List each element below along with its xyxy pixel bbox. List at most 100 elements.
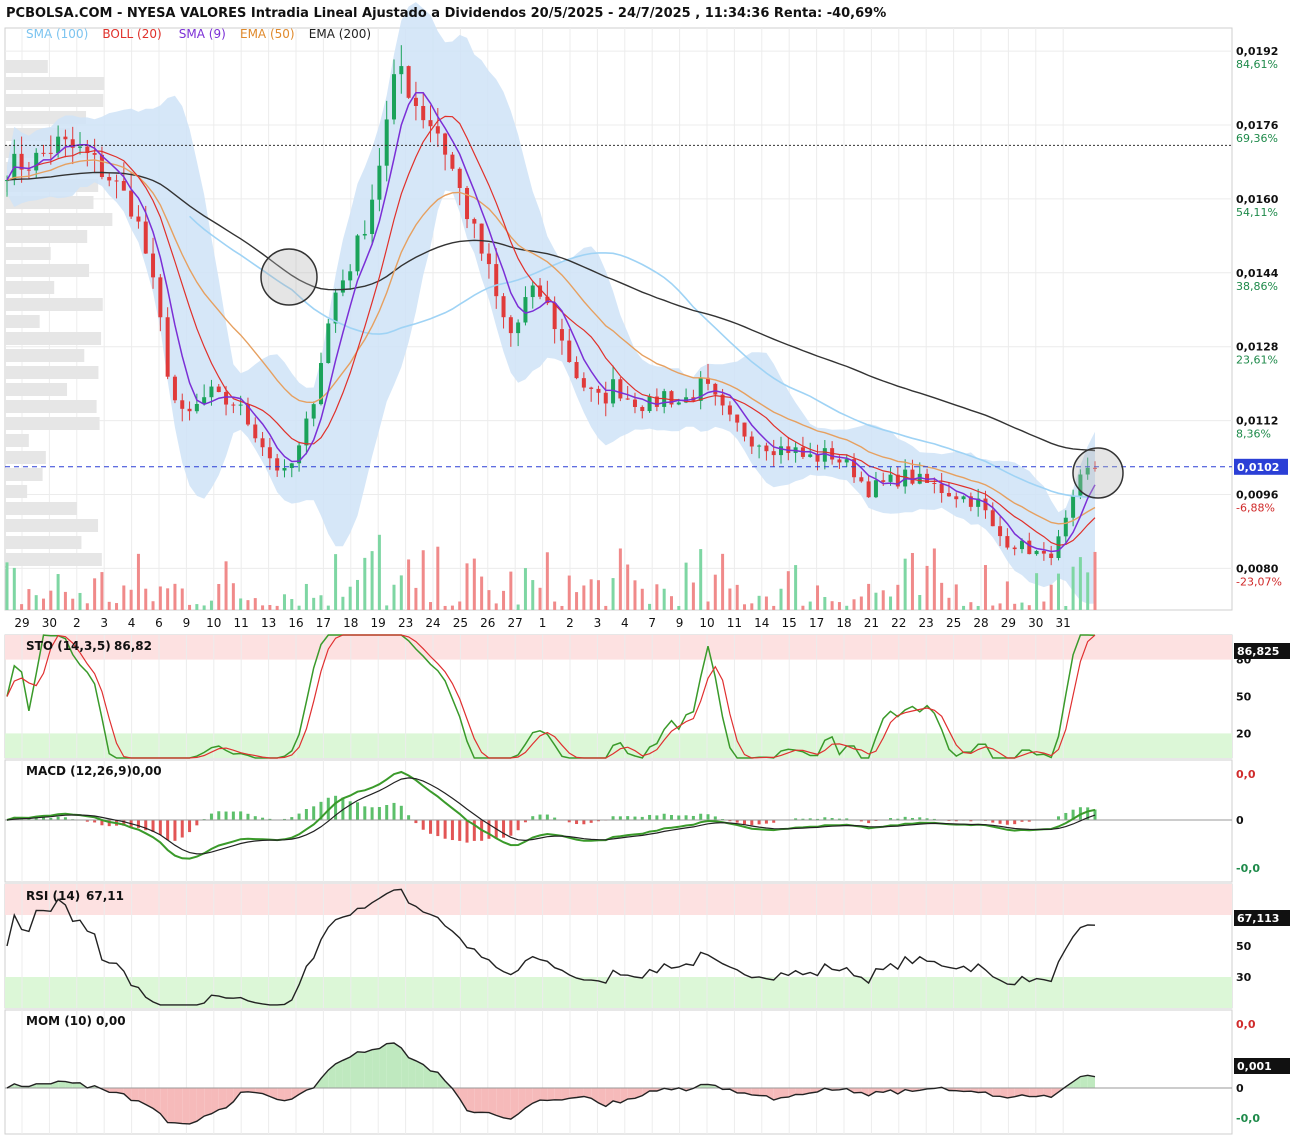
- volume-profile-bar: [5, 230, 88, 243]
- rsi-value: 67,11: [86, 889, 124, 903]
- volume-bar: [480, 576, 484, 610]
- volume-bar: [42, 598, 46, 610]
- volume-bar: [604, 605, 608, 610]
- volume-bar: [575, 592, 579, 610]
- candle-body: [370, 199, 375, 234]
- macd-histogram-bar: [713, 816, 717, 820]
- candle-body: [377, 165, 382, 200]
- candle-body: [304, 418, 309, 446]
- macd-histogram-bar: [392, 802, 396, 820]
- candle-body: [1071, 495, 1076, 518]
- volume-bar: [640, 588, 644, 610]
- y-tick-label: 0,0176: [1236, 119, 1279, 132]
- mom-fill: [379, 1043, 387, 1088]
- x-tick-label: 7: [648, 616, 656, 630]
- candle-body: [428, 120, 433, 127]
- macd-histogram-bar: [684, 815, 688, 820]
- volume-bar: [209, 600, 213, 610]
- mom-fill: [474, 1088, 482, 1113]
- volume-bar: [764, 596, 768, 610]
- volume-bar: [750, 603, 754, 610]
- volume-bar: [487, 590, 491, 610]
- volume-bar: [173, 583, 177, 610]
- x-tick-label: 31: [1056, 616, 1071, 630]
- volume-bar: [677, 605, 681, 610]
- volume-profile-bar: [5, 519, 99, 532]
- candle-body: [282, 468, 287, 471]
- candle-body: [384, 119, 389, 166]
- volume-bar: [261, 605, 265, 610]
- mom-fill: [1080, 1075, 1088, 1088]
- volume-bar: [896, 584, 900, 610]
- x-tick-label: 25: [453, 616, 468, 630]
- candle-body: [530, 285, 535, 298]
- x-tick-label: 28: [973, 616, 988, 630]
- volume-profile-bar: [5, 213, 113, 226]
- mom-fill: [554, 1088, 562, 1100]
- volume-bar: [107, 601, 111, 610]
- volume-bar: [166, 588, 170, 610]
- volume-bar: [560, 605, 564, 610]
- macd-histogram-bar: [166, 820, 170, 841]
- candle-body: [224, 392, 229, 405]
- macd-histogram-bar: [531, 816, 535, 820]
- candle-body: [48, 152, 53, 154]
- volume-bar: [947, 597, 951, 610]
- macd-histogram-bar: [764, 820, 768, 824]
- cross-circle-marker: [260, 248, 318, 306]
- macd-histogram-bar: [750, 820, 754, 826]
- x-tick-label: 2: [566, 616, 574, 630]
- candle-body: [333, 292, 338, 324]
- rsi-tick: 50: [1236, 940, 1252, 953]
- candle-body: [998, 526, 1003, 537]
- volume-bar: [443, 605, 447, 610]
- macd-histogram-bar: [224, 811, 228, 820]
- x-tick-label: 29: [14, 616, 29, 630]
- volume-bar: [1027, 605, 1031, 610]
- volume-bar: [421, 550, 425, 610]
- candle-body: [581, 378, 586, 388]
- x-tick-label: 9: [676, 616, 684, 630]
- y-tick-label: 0,0160: [1236, 193, 1279, 206]
- candle-body: [881, 480, 886, 482]
- mom-tick: 0,0: [1236, 1018, 1256, 1031]
- volume-bar: [918, 595, 922, 610]
- y-tick-label: 0,0096: [1236, 489, 1279, 502]
- volume-bar: [648, 603, 652, 610]
- mom-fill: [372, 1048, 380, 1088]
- volume-bar: [969, 602, 973, 610]
- mom-fill: [1029, 1088, 1037, 1097]
- macd-histogram-bar: [180, 820, 184, 838]
- candle-body: [180, 400, 185, 409]
- macd-tick: 0: [1236, 814, 1244, 827]
- stock-chart: 0,019284,61%0,017669,36%0,016054,11%0,01…: [4, 2, 1290, 1135]
- volume-bar: [93, 578, 97, 610]
- mom-fill: [364, 1049, 373, 1088]
- mom-fill: [1087, 1075, 1095, 1088]
- candle-body: [808, 454, 813, 457]
- volume-bar: [78, 592, 82, 610]
- macd-value: 0,00: [132, 764, 162, 778]
- volume-profile-bar: [5, 417, 100, 430]
- mom-fill: [350, 1051, 358, 1088]
- candle-body: [757, 445, 762, 447]
- volume-bar: [158, 586, 162, 610]
- volume-profile-bar: [5, 502, 77, 515]
- volume-bar: [334, 554, 338, 610]
- volume-profile-bar: [5, 247, 51, 260]
- mom-fill: [58, 1081, 66, 1088]
- volume-bar: [837, 602, 841, 610]
- candle-body: [574, 362, 579, 379]
- candle-body: [1034, 550, 1039, 555]
- mom-fill: [408, 1057, 416, 1088]
- macd-histogram-bar: [195, 820, 199, 826]
- y-tick-pct: 69,36%: [1236, 132, 1278, 145]
- macd-histogram-bar: [516, 820, 520, 831]
- volume-bar: [246, 600, 250, 610]
- volume-bar: [691, 582, 695, 610]
- volume-bar: [20, 604, 24, 610]
- x-tick-label: 11: [727, 616, 742, 630]
- candle-body: [559, 329, 564, 341]
- mom-fill: [218, 1088, 227, 1110]
- volume-bar: [925, 565, 929, 610]
